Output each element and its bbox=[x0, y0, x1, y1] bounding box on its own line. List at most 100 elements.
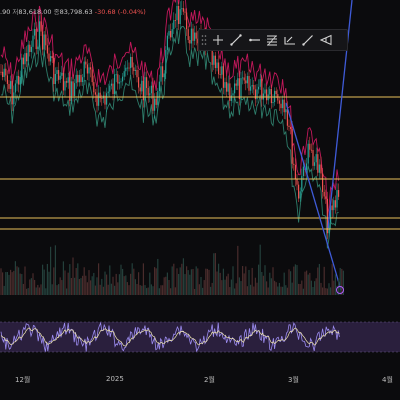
volume-bar bbox=[171, 266, 173, 295]
volume-bar bbox=[166, 272, 168, 295]
volume-bar bbox=[168, 280, 170, 295]
volume-bar bbox=[307, 274, 309, 295]
volume-bar bbox=[34, 279, 36, 295]
volume-bar bbox=[232, 266, 234, 295]
volume-bar bbox=[280, 286, 282, 295]
volume-bar bbox=[37, 284, 39, 295]
measure-icon[interactable] bbox=[317, 30, 335, 50]
volume-bar bbox=[285, 285, 287, 295]
volume-bar bbox=[216, 271, 218, 295]
fib-retracement-icon[interactable] bbox=[263, 30, 281, 50]
candle-body bbox=[107, 91, 109, 94]
candle-body bbox=[157, 91, 159, 105]
candle-body bbox=[2, 71, 4, 77]
volume-bar bbox=[10, 269, 12, 295]
xaxis-label-dec: 12월 bbox=[15, 376, 31, 384]
candle-body bbox=[315, 154, 317, 163]
volume-bar bbox=[8, 274, 10, 295]
volume-bar bbox=[262, 275, 264, 295]
volume-bar bbox=[42, 264, 44, 295]
volume-bar bbox=[107, 284, 109, 295]
volume-bar bbox=[202, 287, 204, 295]
volume-bar bbox=[296, 265, 298, 295]
horizontal-line-icon[interactable] bbox=[281, 30, 299, 50]
volume-bar bbox=[173, 263, 175, 295]
candle-body bbox=[174, 20, 176, 21]
candle-body bbox=[150, 85, 152, 94]
candle-body bbox=[117, 74, 119, 84]
price-chart[interactable] bbox=[0, 0, 400, 400]
ray-icon[interactable] bbox=[299, 30, 317, 50]
volume-bar bbox=[227, 273, 229, 295]
drag-handle-icon[interactable] bbox=[199, 30, 209, 50]
chart-canvas[interactable]: .90 저83,618.00 종83,798.63 -30.68 (-0.04%… bbox=[0, 0, 400, 400]
candle-body bbox=[67, 77, 69, 83]
time-axis[interactable] bbox=[0, 370, 400, 400]
volume-bar bbox=[208, 269, 210, 295]
candle-body bbox=[171, 29, 173, 38]
candle-body bbox=[274, 90, 276, 103]
volume-bar bbox=[30, 278, 32, 295]
candle-body bbox=[26, 53, 28, 62]
candle-body bbox=[170, 31, 172, 38]
volume-bar bbox=[325, 288, 327, 295]
volume-bar bbox=[277, 286, 279, 295]
volume-bar bbox=[123, 276, 125, 295]
volume-bar bbox=[312, 287, 314, 295]
candle-body bbox=[310, 149, 312, 151]
candle-body bbox=[256, 89, 258, 100]
candle-body bbox=[131, 56, 133, 68]
volume-bar bbox=[315, 278, 317, 295]
volume-bar bbox=[214, 253, 216, 295]
volume-bar bbox=[240, 281, 242, 295]
volume-bar bbox=[155, 268, 157, 295]
candle-body bbox=[259, 79, 261, 87]
volume-bar bbox=[136, 283, 138, 295]
volume-bar bbox=[282, 286, 284, 295]
volume-bar bbox=[62, 261, 64, 295]
volume-bar bbox=[288, 269, 290, 295]
candle-body bbox=[242, 77, 244, 79]
candle-body bbox=[258, 86, 260, 90]
candle-body bbox=[294, 164, 296, 180]
candle-body bbox=[40, 21, 42, 32]
volume-bar bbox=[179, 267, 181, 295]
volume-bar bbox=[333, 280, 335, 295]
volume-bar bbox=[101, 278, 103, 295]
volume-bar bbox=[82, 275, 84, 295]
candle-body bbox=[234, 83, 236, 94]
volume-bar bbox=[74, 277, 76, 295]
candle-body bbox=[154, 98, 156, 111]
candle-body bbox=[118, 82, 120, 84]
volume-bar bbox=[326, 288, 328, 295]
volume-bar bbox=[250, 284, 252, 295]
candle-body bbox=[320, 164, 322, 174]
candle-body bbox=[221, 66, 223, 75]
crosshair-icon[interactable] bbox=[209, 30, 227, 50]
volume-bar bbox=[142, 263, 144, 295]
trendline-icon[interactable] bbox=[227, 30, 245, 50]
candle-body bbox=[0, 71, 2, 73]
volume-bar bbox=[56, 285, 58, 295]
volume-bar bbox=[18, 267, 20, 295]
candle-body bbox=[32, 35, 34, 47]
low-value: 83,618.00 bbox=[18, 8, 52, 16]
volume-bar bbox=[341, 268, 343, 295]
horizontal-ray-icon[interactable] bbox=[245, 30, 263, 50]
volume-bar bbox=[226, 276, 228, 295]
candle-body bbox=[238, 78, 240, 99]
volume-bar bbox=[266, 281, 268, 295]
candle-body bbox=[302, 166, 304, 177]
candle-body bbox=[283, 99, 285, 113]
candle-body bbox=[77, 74, 79, 83]
xaxis-label-apr: 4월 bbox=[382, 376, 393, 384]
candle-body bbox=[318, 164, 320, 173]
lower-band bbox=[0, 26, 339, 249]
candle-body bbox=[219, 74, 221, 76]
candle-body bbox=[59, 75, 61, 80]
volume-bar bbox=[314, 281, 316, 295]
volume-bar bbox=[51, 284, 53, 295]
volume-bar bbox=[186, 266, 188, 295]
volume-bar bbox=[334, 274, 336, 295]
volume-bar bbox=[147, 287, 149, 295]
